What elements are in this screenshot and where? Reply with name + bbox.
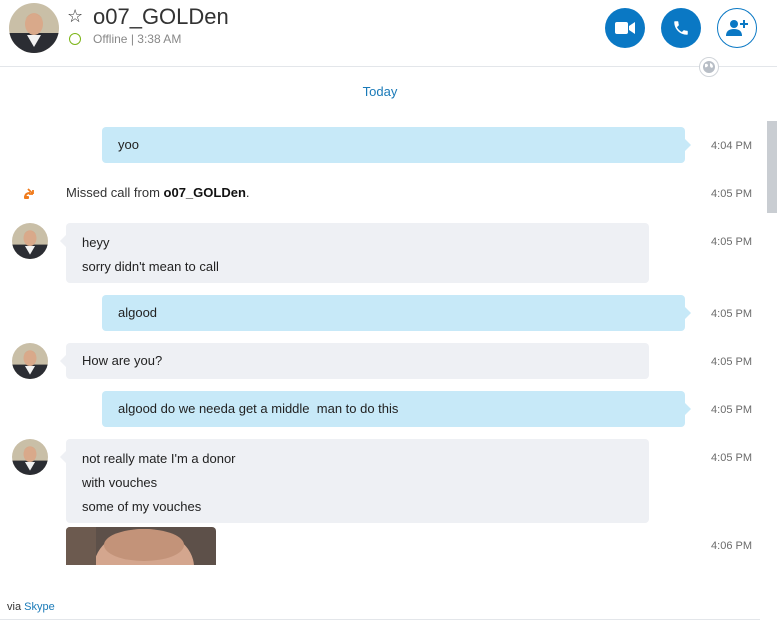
incoming-message[interactable]: heyy sorry didn't mean to call xyxy=(60,223,649,283)
message-time: 4:05 PM xyxy=(711,308,752,320)
missed-call-notice: Missed call from o07_GOLDen. xyxy=(66,185,250,200)
message-time: 4:05 PM xyxy=(711,404,752,416)
status-label: Offline xyxy=(93,32,128,46)
message-line: heyy xyxy=(82,235,110,250)
message-time: 4:04 PM xyxy=(711,140,752,152)
missed-call-icon xyxy=(22,185,38,201)
message-line: How are you? xyxy=(82,353,163,368)
message-text: algood do we needa get a middle man to d… xyxy=(118,401,399,416)
incoming-message[interactable]: How are you? xyxy=(60,343,649,379)
skype-link[interactable]: Skype xyxy=(24,601,55,613)
footer: via Skype xyxy=(0,598,777,621)
status-line: Offline | 3:38 AM xyxy=(93,32,181,46)
conversation-header: ☆ o07_GOLDen Offline | 3:38 AM xyxy=(0,0,777,67)
message-time: 4:05 PM xyxy=(711,356,752,368)
phone-icon xyxy=(674,21,688,35)
sender-avatar[interactable] xyxy=(12,223,48,259)
sender-avatar[interactable] xyxy=(12,343,48,379)
message-time: 4:05 PM xyxy=(711,452,752,464)
sender-avatar[interactable] xyxy=(12,439,48,475)
outgoing-message[interactable]: algood xyxy=(102,295,691,331)
date-divider: Today xyxy=(362,84,398,99)
video-call-button[interactable] xyxy=(605,8,645,48)
message-line: sorry didn't mean to call xyxy=(82,259,219,274)
translator-globe-icon[interactable] xyxy=(699,57,719,77)
favorite-star-icon[interactable]: ☆ xyxy=(67,5,83,27)
divider xyxy=(0,619,760,620)
missed-call-prefix: Missed call from xyxy=(66,185,164,200)
scrollbar-thumb[interactable] xyxy=(767,121,777,213)
status-separator: | xyxy=(130,32,134,46)
video-camera-icon xyxy=(615,22,635,34)
message-line: with vouches xyxy=(82,475,158,490)
incoming-message[interactable]: not really mate I'm a donor with vouches… xyxy=(60,439,649,523)
audio-call-button[interactable] xyxy=(661,8,701,48)
message-time: 4:05 PM xyxy=(711,188,752,200)
contact-name: o07_GOLDen xyxy=(93,4,229,29)
message-text: algood xyxy=(118,305,158,320)
missed-call-suffix: . xyxy=(245,185,250,200)
message-line: not really mate I'm a donor xyxy=(82,451,236,466)
contact-avatar[interactable] xyxy=(9,3,59,53)
missed-call-contact: o07_GOLDen xyxy=(163,185,246,200)
outgoing-message[interactable]: yoo xyxy=(102,127,691,163)
message-time: 4:05 PM xyxy=(711,236,752,248)
last-seen-time: 3:38 AM xyxy=(137,32,182,46)
add-person-icon xyxy=(726,20,748,36)
add-people-button[interactable] xyxy=(717,8,757,48)
message-text: yoo xyxy=(118,137,139,152)
offline-status-icon xyxy=(69,33,81,45)
message-time: 4:06 PM xyxy=(711,540,752,552)
via-label: via Skype xyxy=(7,601,55,613)
shared-image[interactable] xyxy=(66,527,216,565)
via-text: via xyxy=(7,601,22,613)
outgoing-message[interactable]: algood do we needa get a middle man to d… xyxy=(102,391,691,427)
message-line: some of my vouches xyxy=(82,499,202,514)
